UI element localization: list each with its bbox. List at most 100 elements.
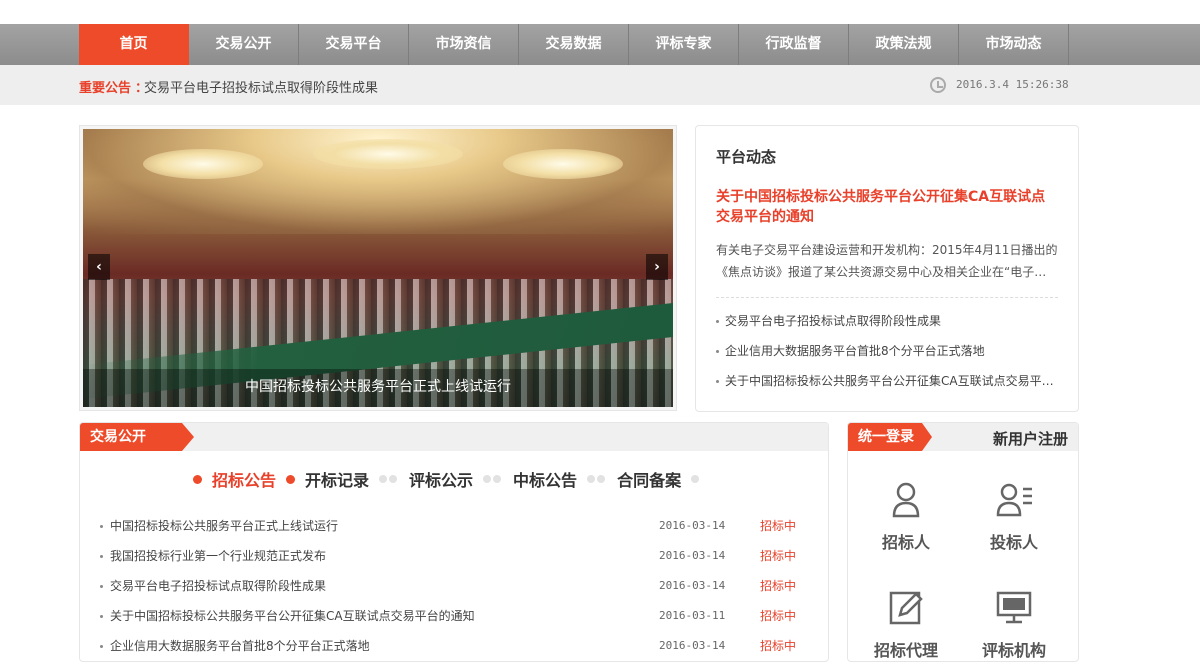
notice-label-text: 重要公告 — [79, 81, 132, 96]
separator-dots — [483, 475, 503, 483]
bullet-icon — [100, 525, 103, 528]
row-status: 招标中 — [760, 639, 797, 653]
active-dot-icon — [193, 474, 202, 484]
panel-header: 统一登录 新用户注册 — [848, 423, 1078, 451]
trade-list: 中国招标投标公共服务平台正式上线试运行 2016-03-14 招标中 我国招投标行业… — [100, 511, 810, 661]
slide-image[interactable]: 中国招标投标公共服务平台正式上线试运行 ‹ › — [83, 129, 673, 407]
unified-login-tab[interactable]: 统一登录 — [848, 423, 932, 451]
row-status: 招标中 — [760, 549, 797, 563]
tab-winning-notice[interactable]: 中标公告 — [513, 467, 577, 491]
row-date: 2016-03-14 — [659, 549, 726, 562]
user-list-icon — [996, 483, 1032, 517]
nav-item-policy[interactable]: 政策法规 — [849, 24, 959, 65]
table-row[interactable]: 我国招投标行业第一个行业规范正式发布 2016-03-14 招标中 — [100, 541, 810, 571]
table-row[interactable]: 企业信用大数据服务平台首批8个分平台正式落地 2016-03-14 招标中 — [100, 631, 810, 661]
clock-icon — [930, 77, 946, 93]
prev-slide-button[interactable]: ‹ — [88, 254, 110, 280]
row-status: 招标中 — [760, 519, 797, 533]
bullet-icon — [716, 350, 719, 353]
bullet-icon — [716, 380, 719, 383]
nav-item-trade-data[interactable]: 交易数据 — [519, 24, 629, 65]
platform-news-panel: 平台动态 关于中国招标投标公共服务平台公开征集CA互联试点交易平台的通知 有关电… — [695, 125, 1079, 412]
chandelier — [503, 149, 623, 179]
chandelier — [313, 139, 463, 169]
panel-tag: 交易公开 — [80, 423, 194, 451]
register-link[interactable]: 新用户注册 — [993, 428, 1068, 449]
separator-dots — [379, 475, 399, 483]
nav-item-market-credit[interactable]: 市场资信 — [409, 24, 519, 65]
list-item[interactable]: 企业信用大数据服务平台首批8个分平台正式落地 — [716, 336, 1058, 366]
tab-evaluation[interactable]: 评标公示 — [409, 467, 473, 491]
row-date: 2016-03-14 — [659, 639, 726, 652]
panel-header: 交易公开 — [80, 423, 828, 451]
tab-opening-record[interactable]: 开标记录 — [286, 467, 369, 491]
news-summary: 有关电子交易平台建设运营和开发机构：2015年4月11日播出的《焦点访谈》报道了… — [716, 243, 1058, 279]
chandelier — [143, 149, 263, 179]
tab-label: 中标公告 — [513, 471, 578, 490]
nav-item-home[interactable]: 首页 — [79, 24, 189, 65]
monitor-icon — [996, 591, 1032, 624]
role-label: 投标人 — [989, 533, 1038, 552]
list-item-text: 关于中国招标投标公共服务平台公开征集CA互联试点交易平… — [725, 374, 1054, 388]
list-item-text: 交易平台电子招投标试点取得阶段性成果 — [725, 314, 942, 328]
dot-icon — [286, 474, 296, 484]
list-item[interactable]: 关于中国招标投标公共服务平台公开征集CA互联试点交易平… — [716, 366, 1058, 396]
role-label: 评标机构 — [981, 641, 1046, 660]
notice-label: 重要公告： — [79, 77, 152, 96]
main-nav: 首页 交易公开 交易平台 市场资信 交易数据 评标专家 行政监督 政策法规 市场… — [0, 24, 1200, 65]
nav-item-market-news[interactable]: 市场动态 — [959, 24, 1069, 65]
divider — [716, 297, 1058, 298]
tab-bid-notice[interactable]: 招标公告 — [193, 467, 276, 491]
separator-dots — [691, 475, 701, 483]
row-status: 招标中 — [760, 579, 797, 593]
notice-bar: 重要公告： 交易平台电子招投标试点取得阶段性成果 2016.3.4 15:26:… — [0, 65, 1200, 105]
notice-text[interactable]: 交易平台电子招投标试点取得阶段性成果 — [144, 77, 378, 96]
list-item-text: 企业信用大数据服务平台首批8个分平台正式落地 — [725, 344, 985, 358]
nav-item-experts[interactable]: 评标专家 — [629, 24, 739, 65]
row-status: 招标中 — [760, 609, 797, 623]
row-title: 我国招投标行业第一个行业规范正式发布 — [110, 549, 327, 563]
table-row[interactable]: 关于中国招标投标公共服务平台公开征集CA互联试点交易平台的通知 2016-03-1… — [100, 601, 810, 631]
tab-label: 开标记录 — [305, 471, 370, 490]
news-headline[interactable]: 关于中国招标投标公共服务平台公开征集CA互联试点交易平台的通知 — [716, 187, 1058, 227]
table-row[interactable]: 中国招标投标公共服务平台正式上线试运行 2016-03-14 招标中 — [100, 511, 810, 541]
bullet-icon — [100, 615, 103, 618]
role-tenderer[interactable]: 招标人 — [856, 479, 956, 553]
news-list: 交易平台电子招投标试点取得阶段性成果 企业信用大数据服务平台首批8个分平台正式落… — [716, 306, 1058, 396]
user-icon — [892, 482, 920, 518]
bullet-icon — [100, 585, 103, 588]
tab-label: 合同备案 — [617, 471, 682, 490]
nav-items: 首页 交易公开 交易平台 市场资信 交易数据 评标专家 行政监督 政策法规 市场… — [79, 24, 1069, 65]
nav-item-trade-platform[interactable]: 交易平台 — [299, 24, 409, 65]
trade-tabs: 招标公告 开标记录 评标公示 中标公告 合同备案 — [193, 467, 711, 491]
tab-label: 评标公示 — [409, 471, 474, 490]
row-date: 2016-03-14 — [659, 579, 726, 592]
row-title: 关于中国招标投标公共服务平台公开征集CA互联试点交易平台的通知 — [110, 609, 475, 623]
edit-icon — [889, 591, 923, 625]
nav-item-trade-public[interactable]: 交易公开 — [189, 24, 299, 65]
slide-caption[interactable]: 中国招标投标公共服务平台正式上线试运行 — [245, 376, 511, 396]
bullet-icon — [100, 645, 103, 648]
list-item[interactable]: 交易平台电子招投标试点取得阶段性成果 — [716, 306, 1058, 336]
role-label: 招标代理 — [873, 641, 938, 660]
panel-title: 平台动态 — [716, 148, 777, 166]
row-title: 企业信用大数据服务平台首批8个分平台正式落地 — [110, 639, 370, 653]
row-date: 2016-03-14 — [659, 519, 726, 532]
role-bidder[interactable]: 投标人 — [964, 479, 1064, 553]
row-title: 中国招标投标公共服务平台正式上线试运行 — [110, 519, 339, 533]
tab-label: 招标公告 — [212, 471, 277, 490]
row-title: 交易平台电子招投标试点取得阶段性成果 — [110, 579, 327, 593]
bullet-icon — [716, 320, 719, 323]
next-slide-button[interactable]: › — [646, 254, 668, 280]
login-panel: 统一登录 新用户注册 招标人 投标人 招标代理 评标机构 — [847, 422, 1079, 662]
role-label: 招标人 — [881, 533, 930, 552]
image-slider: 中国招标投标公共服务平台正式上线试运行 ‹ › — [79, 125, 677, 411]
nav-item-supervision[interactable]: 行政监督 — [739, 24, 849, 65]
current-datetime: 2016.3.4 15:26:38 — [956, 78, 1069, 91]
trade-public-panel: 交易公开 招标公告 开标记录 评标公示 中标公告 合同备案 中国招标投标公共服务… — [79, 422, 829, 662]
top-spacer — [0, 0, 1200, 24]
bullet-icon — [100, 555, 103, 558]
tab-contract[interactable]: 合同备案 — [617, 467, 681, 491]
table-row[interactable]: 交易平台电子招投标试点取得阶段性成果 2016-03-14 招标中 — [100, 571, 810, 601]
row-date: 2016-03-11 — [659, 609, 726, 622]
